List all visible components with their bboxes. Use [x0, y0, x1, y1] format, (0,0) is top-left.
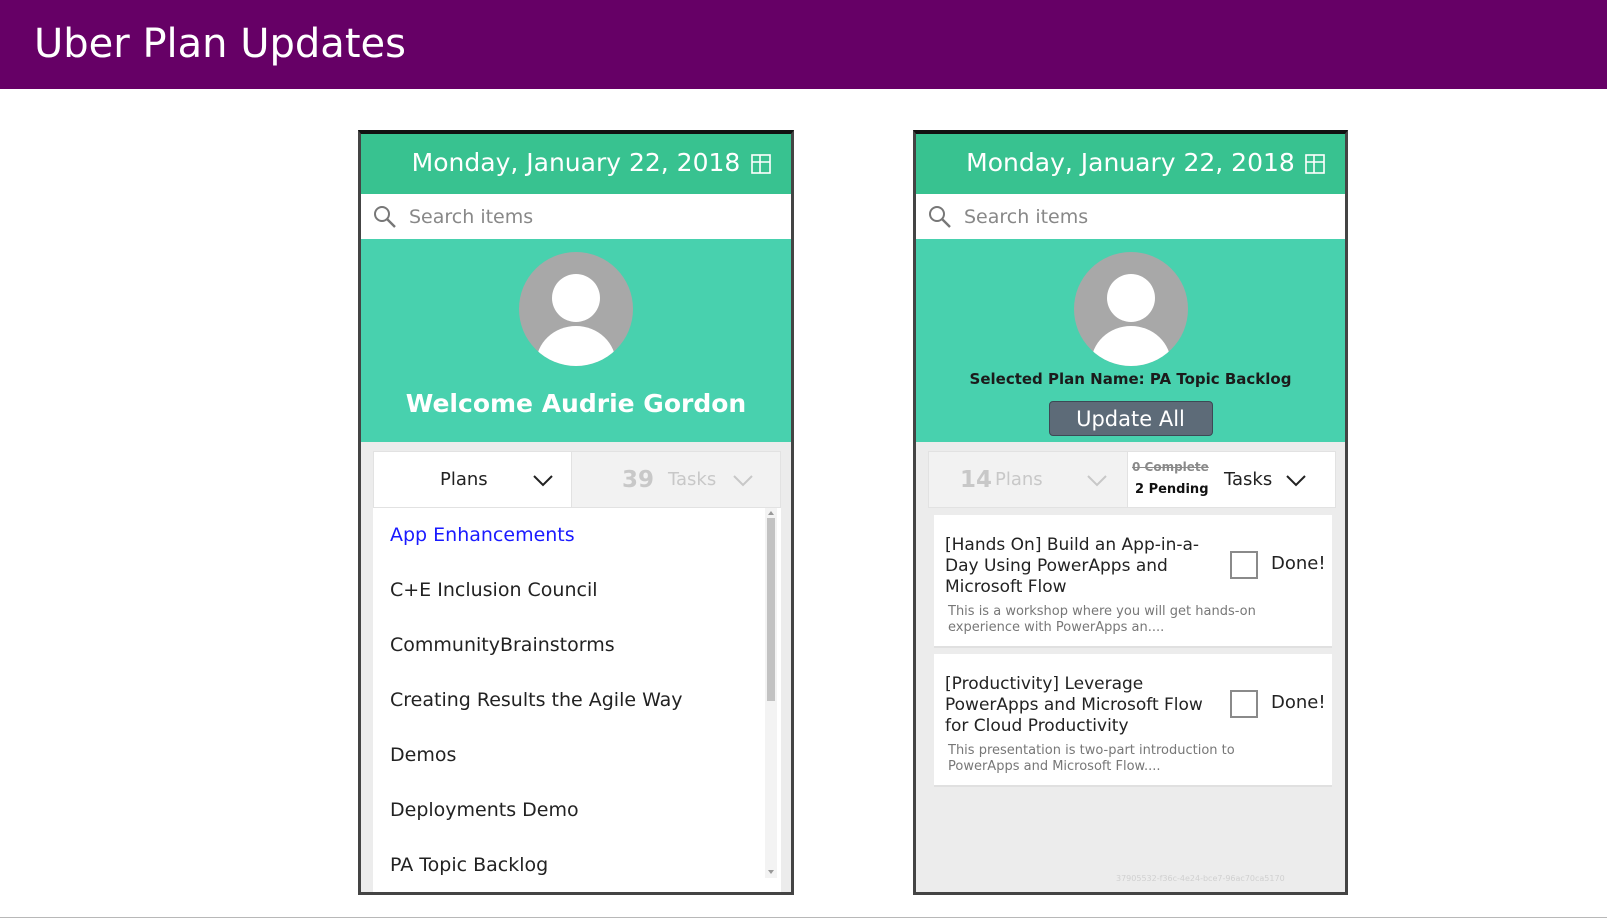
- tab-tasks[interactable]: 0 Complete 2 Pending Tasks: [1127, 452, 1335, 507]
- done-label: Done!: [1271, 553, 1326, 574]
- left-app-screen: Monday, January 22, 2018 Welcome Audrie …: [358, 130, 794, 895]
- layout-icon[interactable]: [1305, 154, 1325, 174]
- list-item[interactable]: PA Topic Backlog: [390, 854, 548, 876]
- list-item[interactable]: Creating Results the Agile Way: [390, 689, 683, 711]
- date-label: Monday, January 22, 2018: [966, 148, 1295, 177]
- update-all-button[interactable]: Update All: [1048, 401, 1213, 436]
- chevron-down-icon: [1087, 475, 1107, 487]
- done-checkbox[interactable]: [1230, 690, 1258, 718]
- done-checkbox[interactable]: [1230, 551, 1258, 579]
- tab-tasks-label: Tasks: [1224, 469, 1273, 490]
- search-input[interactable]: [962, 202, 1326, 232]
- avatar: [1073, 252, 1188, 366]
- divider: [0, 917, 1607, 918]
- date-label: Monday, January 22, 2018: [411, 148, 741, 177]
- view-tabs: Plans 39 Tasks: [373, 451, 781, 508]
- task-list: [Hands On] Build an App-in-a-Day Using P…: [928, 508, 1336, 892]
- search-icon: [929, 206, 951, 228]
- welcome-message: Welcome Audrie Gordon: [405, 389, 747, 418]
- search-icon: [374, 206, 396, 228]
- search-input[interactable]: [407, 202, 771, 232]
- profile-header: Welcome Audrie Gordon: [361, 239, 791, 442]
- task-title: [Hands On] Build an App-in-a-Day Using P…: [945, 535, 1200, 597]
- record-id: 37905532-f36c-4e24-bce7-96ac70ca5170: [1116, 874, 1285, 883]
- date-header: Monday, January 22, 2018: [361, 134, 791, 194]
- search-bar: [916, 194, 1345, 239]
- done-label: Done!: [1271, 692, 1326, 713]
- complete-count: 0 Complete: [1132, 460, 1209, 474]
- tab-plans-count: 14: [960, 467, 993, 493]
- title-banner: Uber Plan Updates: [0, 0, 1607, 89]
- chevron-down-icon: [533, 475, 553, 487]
- list-item[interactable]: C+E Inclusion Council: [390, 579, 598, 601]
- task-card: [Hands On] Build an App-in-a-Day Using P…: [934, 515, 1332, 648]
- chevron-down-icon: [733, 475, 753, 487]
- list-item[interactable]: Demos: [390, 744, 456, 766]
- date-header: Monday, January 22, 2018: [916, 134, 1345, 194]
- tab-plans-label: Plans: [440, 469, 488, 490]
- list-item[interactable]: CommunityBrainstorms: [390, 634, 615, 656]
- plans-list: App Enhancements C+E Inclusion Council C…: [373, 508, 781, 892]
- search-bar: [361, 194, 791, 239]
- task-title: [Productivity] Leverage PowerApps and Mi…: [945, 674, 1203, 736]
- tab-tasks[interactable]: 39 Tasks: [571, 452, 780, 507]
- slide-title: Uber Plan Updates: [34, 21, 406, 67]
- tab-plans[interactable]: Plans: [374, 452, 571, 507]
- tab-tasks-label: Tasks: [668, 469, 717, 490]
- list-item[interactable]: Deployments Demo: [390, 799, 579, 821]
- task-card: [Productivity] Leverage PowerApps and Mi…: [934, 654, 1332, 787]
- list-item[interactable]: App Enhancements: [390, 524, 575, 546]
- user-silhouette-icon: [536, 274, 616, 366]
- avatar: [519, 252, 633, 366]
- tab-plans-label: Plans: [995, 469, 1043, 490]
- view-tabs: 14 Plans 0 Complete 2 Pending Tasks: [928, 451, 1336, 508]
- chevron-down-icon: [1286, 475, 1306, 487]
- user-silhouette-icon: [1090, 274, 1171, 366]
- tab-tasks-count: 39: [622, 467, 655, 493]
- task-description: This presentation is two-part introducti…: [948, 743, 1235, 774]
- plan-header: Selected Plan Name: PA Topic Backlog Upd…: [916, 239, 1345, 442]
- pending-count: 2 Pending: [1135, 482, 1209, 497]
- selected-plan-name: Selected Plan Name: PA Topic Backlog: [969, 370, 1292, 388]
- right-app-screen: Monday, January 22, 2018 Selected Plan N…: [913, 130, 1348, 895]
- scrollbar[interactable]: [765, 508, 777, 878]
- tab-plans[interactable]: 14 Plans: [929, 452, 1127, 507]
- task-description: This is a workshop where you will get ha…: [948, 604, 1256, 635]
- layout-icon[interactable]: [751, 154, 771, 174]
